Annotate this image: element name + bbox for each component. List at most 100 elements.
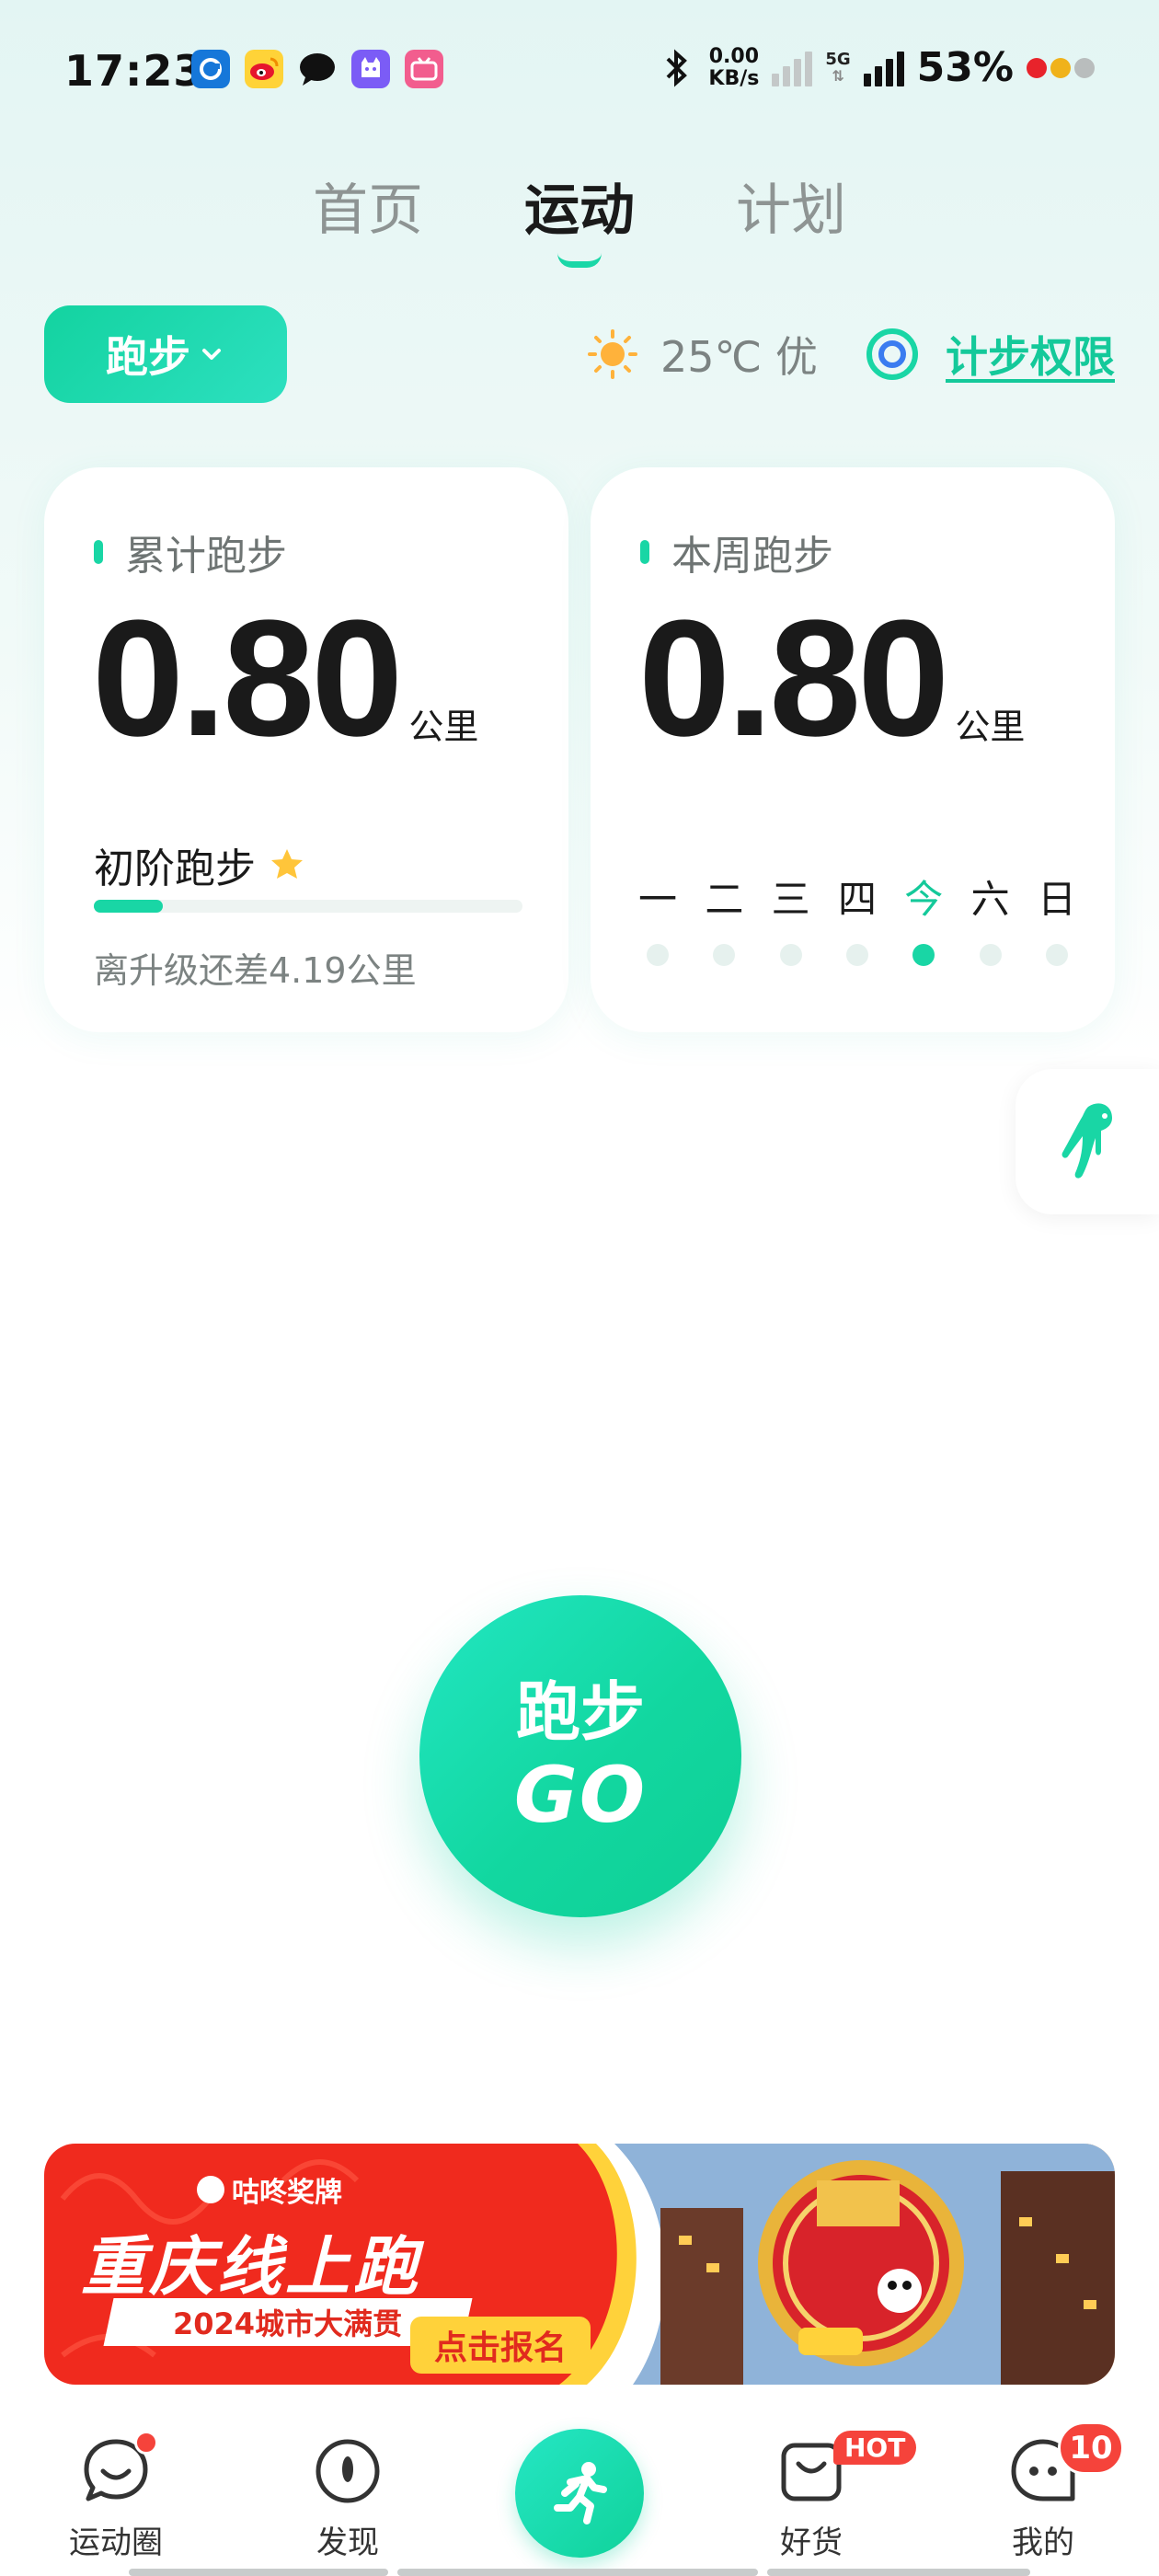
weekday-label: 一 <box>637 877 677 922</box>
weekday-label: 四 <box>837 877 877 922</box>
message-app-icon <box>298 50 337 88</box>
running-level: 初阶跑步 <box>94 835 305 894</box>
weekday-activity-dot <box>1045 944 1068 966</box>
notification-count-badge: 10 <box>1058 2421 1124 2475</box>
title-accent-bar <box>94 540 103 564</box>
signal-sim1-icon <box>772 50 813 86</box>
title-accent-bar <box>640 540 649 564</box>
tab-home-label: 首页 <box>313 178 423 243</box>
weibo-app-icon <box>245 50 283 88</box>
nav-discover[interactable]: 发现 <box>274 2436 421 2562</box>
net-speed-unit: KB/s <box>708 66 760 90</box>
runner-icon <box>554 2462 607 2524</box>
net-speed: 0.00 KB/s <box>708 44 760 90</box>
bilibili-app-icon <box>405 50 443 88</box>
bottom-navigation: 运动圈 发现 好货 HOT 我的 10 <box>0 2409 1159 2576</box>
weekday-activity-dot <box>845 944 868 966</box>
weekday-label: 今 <box>904 877 944 922</box>
weekday-activity-dot <box>912 944 935 966</box>
weekday-activity-dot <box>713 944 736 966</box>
weekly-distance-unit: 公里 <box>955 707 1026 747</box>
sport-type-dropdown[interactable]: 跑步 <box>44 305 287 403</box>
network-type-label: 5G <box>825 49 851 69</box>
promo-banner[interactable]: 咕咚奖牌 重庆线上跑 2024城市大满贯 点击报名 <box>44 2144 1115 2385</box>
running-level-label: 初阶跑步 <box>94 845 256 892</box>
weekday-label: 日 <box>1037 877 1076 922</box>
cumulative-distance: 0.80 公里 <box>92 586 479 771</box>
weekly-card-title: 本周跑步 <box>640 523 833 581</box>
weekly-distance: 0.80 公里 <box>638 596 1026 762</box>
weekday-label: 二 <box>705 877 744 922</box>
level-progress-fill <box>94 900 163 913</box>
nav-discover-label: 发现 <box>316 2524 379 2561</box>
gesture-bar-center <box>397 2569 758 2576</box>
weekday-dot-cell <box>970 944 1012 966</box>
step-permission-label: 计步权限 <box>946 332 1115 382</box>
start-running-button[interactable]: 跑步 GO <box>419 1595 741 1917</box>
nav-goods[interactable]: 好货 HOT <box>738 2431 917 2562</box>
star-icon <box>271 849 303 879</box>
banner-signup-button[interactable]: 点击报名 <box>410 2317 591 2374</box>
weekday-dot-cell <box>1036 944 1078 966</box>
banner-brand: 咕咚奖牌 <box>197 2169 342 2210</box>
medal-city-image <box>660 2160 1115 2385</box>
bluetooth-icon <box>666 49 688 86</box>
status-bar: 17:23 0.00 KB/s 5G ⇅ 53% <box>0 0 1159 147</box>
banner-subtitle-text: 2024城市大满贯 <box>173 2306 403 2341</box>
weekly-title-text: 本周跑步 <box>671 533 833 580</box>
status-indicators: 0.00 KB/s 5G ⇅ 53% <box>659 44 1095 91</box>
cumulative-card-title: 累计跑步 <box>94 523 287 581</box>
step-permission-link[interactable]: 计步权限 <box>865 324 1115 385</box>
weather-info: 25℃ 优 <box>587 324 818 385</box>
network-type: 5G ⇅ <box>825 49 851 85</box>
floating-mascot-button[interactable] <box>1016 1069 1159 1214</box>
battery-percent: 53% <box>916 44 1014 91</box>
nav-mine-label: 我的 <box>1012 2524 1074 2561</box>
weekday-labels: 一二三四今六日 <box>637 868 1078 925</box>
gesture-bar-left <box>129 2569 388 2576</box>
cumulative-distance-value: 0.80 <box>92 586 403 771</box>
weather-text: 25℃ 优 <box>660 332 818 382</box>
weekday-activity-dot <box>979 944 1002 966</box>
nav-sport-circle[interactable]: 运动圈 <box>42 2431 189 2562</box>
cumulative-running-card[interactable]: 累计跑步 0.80 公里 初阶跑步 离升级还差4.19公里 <box>44 467 568 1032</box>
sun-icon <box>588 329 637 379</box>
net-speed-value: 0.00 <box>708 44 760 68</box>
bank-app-icon <box>191 50 230 88</box>
cumulative-title-text: 累计跑步 <box>125 533 287 580</box>
data-arrows-icon: ⇅ <box>832 66 844 85</box>
weekly-running-card[interactable]: 本周跑步 0.80 公里 一二三四今六日 <box>591 467 1115 1032</box>
level-upgrade-hint: 离升级还差4.19公里 <box>94 950 417 991</box>
unread-dot <box>134 2431 158 2455</box>
tab-plan-label: 计划 <box>736 178 846 243</box>
banner-brand-text: 咕咚奖牌 <box>232 2177 342 2209</box>
weekday-activity-dots <box>637 944 1078 966</box>
start-running-go-text: GO <box>513 1750 648 1840</box>
hot-badge: HOT <box>833 2431 917 2465</box>
notification-icons <box>191 50 443 88</box>
weekday-dot-cell <box>637 944 679 966</box>
top-tabs: 首页 运动 计划 <box>0 166 1159 268</box>
brand-logo-icon <box>197 2176 224 2203</box>
tab-sport[interactable]: 运动 <box>524 166 635 268</box>
level-progress-bar <box>94 900 522 913</box>
weekday-dot-cell <box>770 944 812 966</box>
banner-title: 重庆线上跑 <box>81 2229 421 2305</box>
nav-goods-label: 好货 <box>780 2524 843 2561</box>
status-dots-icon <box>1027 57 1095 78</box>
nav-sport-circle-label: 运动圈 <box>69 2524 163 2561</box>
signal-sim2-icon <box>863 50 904 86</box>
active-tab-indicator <box>557 253 602 268</box>
mascot-icon <box>1061 1103 1112 1179</box>
nav-mine[interactable]: 我的 10 <box>970 2421 1124 2562</box>
gesture-bar-right <box>767 2569 1030 2576</box>
compass-icon <box>316 2439 380 2503</box>
weekday-label: 六 <box>970 877 1010 922</box>
weekday-label: 三 <box>771 877 810 922</box>
nav-run-button[interactable] <box>515 2429 644 2558</box>
tab-sport-label: 运动 <box>524 178 635 243</box>
cumulative-distance-unit: 公里 <box>408 707 479 747</box>
tab-plan[interactable]: 计划 <box>736 166 846 264</box>
weekday-activity-dot <box>779 944 802 966</box>
tab-home[interactable]: 首页 <box>313 166 423 264</box>
